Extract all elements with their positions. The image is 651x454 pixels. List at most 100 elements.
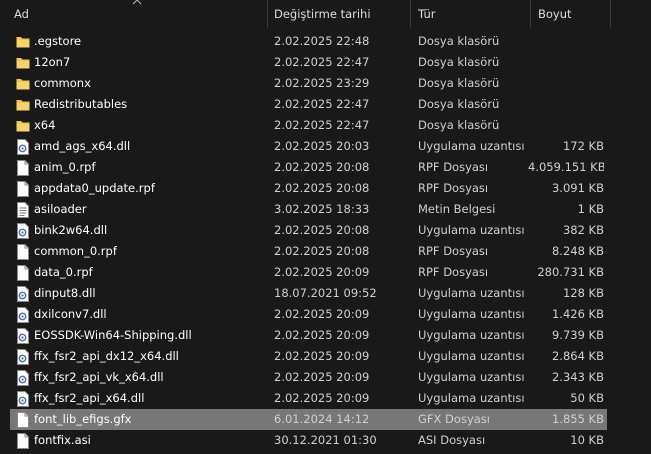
file-type: Dosya klasörü bbox=[418, 34, 500, 48]
file-type: RPF Dosyası bbox=[418, 181, 489, 195]
file-size bbox=[528, 94, 604, 115]
file-type: Dosya klasörü bbox=[418, 97, 500, 111]
file-date: 2.02.2025 20:09 bbox=[274, 328, 370, 342]
file-size: 128 KB bbox=[562, 286, 604, 300]
file-date: 2.02.2025 23:29 bbox=[274, 76, 370, 90]
file-type: Dosya klasörü bbox=[418, 118, 500, 132]
dll-icon bbox=[16, 346, 30, 367]
file-row[interactable]: ffx_fsr2_api_dx12_x64.dll 2.02.2025 20:09… bbox=[10, 346, 607, 367]
dll-icon bbox=[16, 367, 30, 388]
file-date: 2.02.2025 22:47 bbox=[274, 118, 370, 132]
file-row[interactable]: anim_0.rpf 2.02.2025 20:08 RPF Dosyası 4.05… bbox=[10, 157, 607, 178]
file-row[interactable]: fontfix.asi 30.12.2021 01:30 ASI Dosyası 10… bbox=[10, 430, 607, 451]
file-type: RPF Dosyası bbox=[418, 265, 489, 279]
file-name: Redistributables bbox=[34, 97, 128, 111]
text-file-icon bbox=[16, 199, 30, 220]
file-name: data_0.rpf bbox=[34, 265, 93, 279]
file-size: 2.343 KB bbox=[551, 370, 604, 384]
file-icon bbox=[16, 430, 30, 451]
vertical-scrollbar[interactable] bbox=[612, 0, 651, 454]
file-name: dinput8.dll bbox=[34, 286, 96, 300]
file-type: RPF Dosyası bbox=[418, 244, 489, 258]
file-type: Uygulama uzantısı bbox=[418, 391, 525, 405]
file-name: ffx_fsr2_api_x64.dll bbox=[34, 391, 145, 405]
file-type: Uygulama uzantısı bbox=[418, 328, 525, 342]
file-size: 4.059.151 KB bbox=[528, 160, 604, 174]
file-name: dxilconv7.dll bbox=[34, 307, 107, 321]
file-date: 2.02.2025 20:03 bbox=[274, 139, 370, 153]
file-row[interactable]: amd_ags_x64.dll 2.02.2025 20:03 Uygulama u… bbox=[10, 136, 607, 157]
file-row[interactable]: bink2w64.dll 2.02.2025 20:08 Uygulama uzan… bbox=[10, 220, 607, 241]
file-icon bbox=[16, 157, 30, 178]
file-icon bbox=[16, 409, 30, 430]
file-date: 2.02.2025 20:08 bbox=[274, 160, 370, 174]
file-name: appdata0_update.rpf bbox=[34, 181, 155, 195]
file-type: Dosya klasörü bbox=[418, 76, 500, 90]
file-size: 50 KB bbox=[570, 391, 604, 405]
file-name: commonx bbox=[34, 76, 91, 90]
dll-icon bbox=[16, 136, 30, 157]
file-name: 12on7 bbox=[34, 55, 71, 69]
file-row[interactable]: x64 2.02.2025 22:47 Dosya klasörü bbox=[10, 115, 607, 136]
file-size: 8.248 KB bbox=[551, 244, 604, 258]
file-type: Dosya klasörü bbox=[418, 55, 500, 69]
file-row[interactable]: asiloader 3.02.2025 18:33 Metin Belgesi 1 K… bbox=[10, 199, 607, 220]
file-type: GFX Dosyası bbox=[418, 412, 490, 426]
folder-icon bbox=[16, 73, 30, 94]
file-date: 30.12.2021 01:30 bbox=[274, 433, 377, 447]
file-row[interactable]: 12on7 2.02.2025 22:47 Dosya klasörü bbox=[10, 52, 607, 73]
file-row[interactable]: commonx 2.02.2025 23:29 Dosya klasörü bbox=[10, 73, 607, 94]
file-date: 2.02.2025 20:08 bbox=[274, 181, 370, 195]
file-size bbox=[528, 115, 604, 136]
column-header-size[interactable]: Boyut bbox=[531, 0, 611, 28]
file-size: 2.864 KB bbox=[551, 349, 604, 363]
dll-icon bbox=[16, 388, 30, 409]
folder-icon bbox=[16, 31, 30, 52]
file-row[interactable]: dxilconv7.dll 2.02.2025 20:09 Uygulama uza… bbox=[10, 304, 607, 325]
file-date: 2.02.2025 20:09 bbox=[274, 307, 370, 321]
file-size: 1.426 KB bbox=[551, 307, 604, 321]
file-date: 2.02.2025 22:47 bbox=[274, 97, 370, 111]
file-type: Metin Belgesi bbox=[418, 202, 496, 216]
file-row[interactable]: EOSSDK-Win64-Shipping.dll 2.02.2025 20:09… bbox=[10, 325, 607, 346]
dll-icon bbox=[16, 325, 30, 346]
folder-icon bbox=[16, 94, 30, 115]
file-size: 172 KB bbox=[562, 139, 604, 153]
file-row[interactable]: common_0.rpf 2.02.2025 20:08 RPF Dosyası 8.… bbox=[10, 241, 607, 262]
sort-ascending-icon bbox=[132, 0, 142, 5]
file-row[interactable]: data_0.rpf 2.02.2025 20:09 RPF Dosyası 280.… bbox=[10, 262, 607, 283]
file-size bbox=[528, 52, 604, 73]
file-row[interactable]: ffx_fsr2_api_vk_x64.dll 2.02.2025 20:09 Uy… bbox=[10, 367, 607, 388]
file-size bbox=[528, 73, 604, 94]
file-size: 3.091 KB bbox=[551, 181, 604, 195]
file-date: 2.02.2025 20:09 bbox=[274, 265, 370, 279]
file-type: Uygulama uzantısı bbox=[418, 370, 525, 384]
file-row[interactable]: Redistributables 2.02.2025 22:47 Dosya kla… bbox=[10, 94, 607, 115]
file-name: amd_ags_x64.dll bbox=[34, 139, 131, 153]
file-row[interactable]: appdata0_update.rpf 2.02.2025 20:08 RPF Do… bbox=[10, 178, 607, 199]
file-row[interactable]: ffx_fsr2_api_x64.dll 2.02.2025 20:09 Uygul… bbox=[10, 388, 607, 409]
file-name: asiloader bbox=[34, 202, 87, 216]
file-size: 382 KB bbox=[562, 223, 604, 237]
file-row[interactable]: .egstore 2.02.2025 22:48 Dosya klasörü bbox=[10, 31, 607, 52]
column-header-type[interactable]: Tür bbox=[411, 0, 531, 28]
file-name: .egstore bbox=[34, 34, 82, 48]
file-name: bink2w64.dll bbox=[34, 223, 108, 237]
file-size: 10 KB bbox=[570, 433, 604, 447]
file-size bbox=[528, 31, 604, 52]
file-icon bbox=[16, 241, 30, 262]
column-header-date[interactable]: Değiştirme tarihi bbox=[268, 0, 411, 28]
file-type: Uygulama uzantısı bbox=[418, 223, 525, 237]
file-type: ASI Dosyası bbox=[418, 433, 486, 447]
file-type: RPF Dosyası bbox=[418, 160, 489, 174]
file-row[interactable]: dinput8.dll 18.07.2021 09:52 Uygulama uzan… bbox=[10, 283, 607, 304]
dll-icon bbox=[16, 283, 30, 304]
file-type: Uygulama uzantısı bbox=[418, 286, 525, 300]
file-date: 2.02.2025 20:08 bbox=[274, 244, 370, 258]
file-row[interactable]: font_lib_efigs.gfx 6.01.2024 14:12 GFX Dos… bbox=[10, 409, 607, 430]
file-size: 1.855 KB bbox=[551, 412, 604, 426]
dll-icon bbox=[16, 304, 30, 325]
file-type: Uygulama uzantısı bbox=[418, 349, 525, 363]
file-name: font_lib_efigs.gfx bbox=[34, 412, 132, 426]
file-name: anim_0.rpf bbox=[34, 160, 96, 174]
